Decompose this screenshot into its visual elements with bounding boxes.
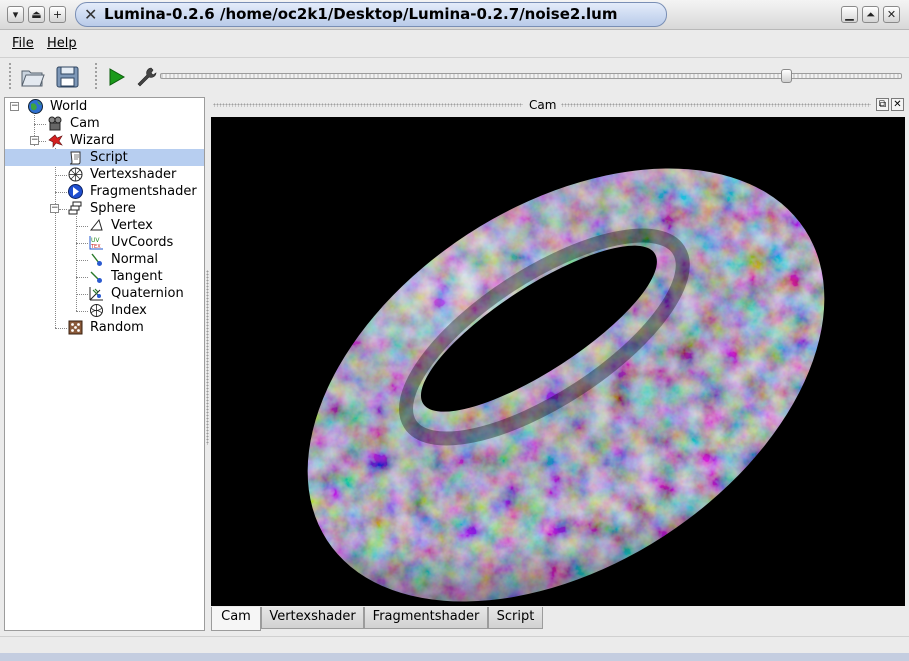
tree-item-label: Vertex <box>111 218 153 233</box>
tree-item-script[interactable]: Script <box>5 149 204 166</box>
tree-item-quaternion[interactable]: Quaternion <box>5 285 204 302</box>
minimize-icon[interactable]: ▁ <box>841 6 858 23</box>
scroll-icon <box>69 151 81 165</box>
tree-item-world[interactable]: − World <box>5 98 204 115</box>
undock-icon[interactable]: ⧉ <box>876 98 889 111</box>
play-icon[interactable] <box>104 64 130 90</box>
title-bar: ▾ ⏏ + ✕ Lumina-0.2.6 /home/oc2k1/Desktop… <box>0 0 909 30</box>
scene-tree[interactable]: − World Cam − Wizard Script Vertexshader… <box>4 97 205 631</box>
camera-icon <box>48 116 62 131</box>
window-title-bar[interactable]: ✕ Lumina-0.2.6 /home/oc2k1/Desktop/Lumin… <box>75 2 667 27</box>
normal-icon <box>91 253 102 266</box>
tree-item-label: Index <box>111 303 147 318</box>
svg-text:UV: UV <box>91 237 100 244</box>
maximize-icon[interactable]: ⏶ <box>862 6 879 23</box>
dock-header[interactable]: Cam ⧉ ✕ <box>211 97 905 114</box>
collapse-icon[interactable]: − <box>30 136 39 145</box>
time-slider[interactable] <box>160 69 902 83</box>
tree-item-label: World <box>50 99 88 114</box>
tree-item-fragmentshader[interactable]: Fragmentshader <box>5 183 204 200</box>
render-viewport[interactable] <box>211 117 905 606</box>
toolbar-grip-2[interactable] <box>94 62 98 90</box>
tree-item-label: Wizard <box>70 133 115 148</box>
tree-item-vertex[interactable]: Vertex <box>5 217 204 234</box>
dock-grip[interactable] <box>561 103 871 107</box>
stack-icon <box>68 201 82 215</box>
window-menu-icon[interactable]: ▾ <box>7 6 24 23</box>
x-logo-icon: ✕ <box>84 5 98 24</box>
dock-grip[interactable] <box>213 103 523 107</box>
dock-title: Cam <box>529 98 557 112</box>
tab-vertexshader[interactable]: Vertexshader <box>261 607 364 629</box>
globe-icon <box>28 99 43 114</box>
shade-icon[interactable]: ⏏ <box>28 6 45 23</box>
quaternion-icon <box>89 287 103 301</box>
tab-fragmentshader[interactable]: Fragmentshader <box>364 607 488 629</box>
collapse-icon[interactable]: − <box>10 102 19 111</box>
tree-item-label: Normal <box>111 252 159 267</box>
open-folder-icon[interactable] <box>20 64 46 90</box>
tree-item-cam[interactable]: Cam <box>5 115 204 132</box>
tree-item-label: Cam <box>70 116 100 131</box>
tree-item-label: Vertexshader <box>90 167 177 182</box>
menu-file[interactable]: File <box>12 36 34 51</box>
index-icon <box>90 304 103 317</box>
tree-item-tangent[interactable]: Tangent <box>5 268 204 285</box>
tree-item-uvcoords[interactable]: UV TEX UvCoords <box>5 234 204 251</box>
slider-handle[interactable] <box>781 69 792 83</box>
vertexshader-icon <box>68 167 83 182</box>
tree-item-label: UvCoords <box>111 235 174 250</box>
tree-item-wizard[interactable]: − Wizard <box>5 132 204 149</box>
tree-item-normal[interactable]: Normal <box>5 251 204 268</box>
fragmentshader-icon <box>68 184 83 199</box>
tree-item-label: Script <box>90 150 128 165</box>
tree-item-label: Tangent <box>111 269 163 284</box>
vertex-icon <box>89 218 103 231</box>
menu-help[interactable]: Help <box>47 36 77 51</box>
tree-item-label: Random <box>90 320 144 335</box>
window-title: Lumina-0.2.6 /home/oc2k1/Desktop/Lumina-… <box>104 5 618 23</box>
torus-render <box>211 117 905 606</box>
tree-item-label: Sphere <box>90 201 136 216</box>
wrench-icon[interactable] <box>134 64 160 90</box>
pin-icon[interactable]: + <box>49 6 66 23</box>
random-icon <box>68 320 83 335</box>
uvcoords-icon: UV TEX <box>89 236 103 250</box>
wizard-icon <box>48 134 63 148</box>
window-bottom-border <box>0 653 909 661</box>
collapse-icon[interactable]: − <box>50 204 59 213</box>
menu-bar: File Help <box>0 31 909 56</box>
tree-item-vertexshader[interactable]: Vertexshader <box>5 166 204 183</box>
tab-script[interactable]: Script <box>488 607 543 629</box>
tree-item-label: Fragmentshader <box>90 184 197 199</box>
panel-splitter[interactable] <box>206 270 209 445</box>
dock-close-icon[interactable]: ✕ <box>891 98 904 111</box>
tree-item-index[interactable]: Index <box>5 302 204 319</box>
tab-cam[interactable]: Cam <box>211 607 261 631</box>
tangent-icon <box>90 271 102 283</box>
toolbar-grip[interactable] <box>8 62 12 90</box>
tree-item-sphere[interactable]: − Sphere <box>5 200 204 217</box>
tree-item-random[interactable]: Random <box>5 319 204 336</box>
close-icon[interactable]: ✕ <box>883 6 900 23</box>
save-disk-icon[interactable] <box>55 64 81 90</box>
tree-item-label: Quaternion <box>111 286 184 301</box>
